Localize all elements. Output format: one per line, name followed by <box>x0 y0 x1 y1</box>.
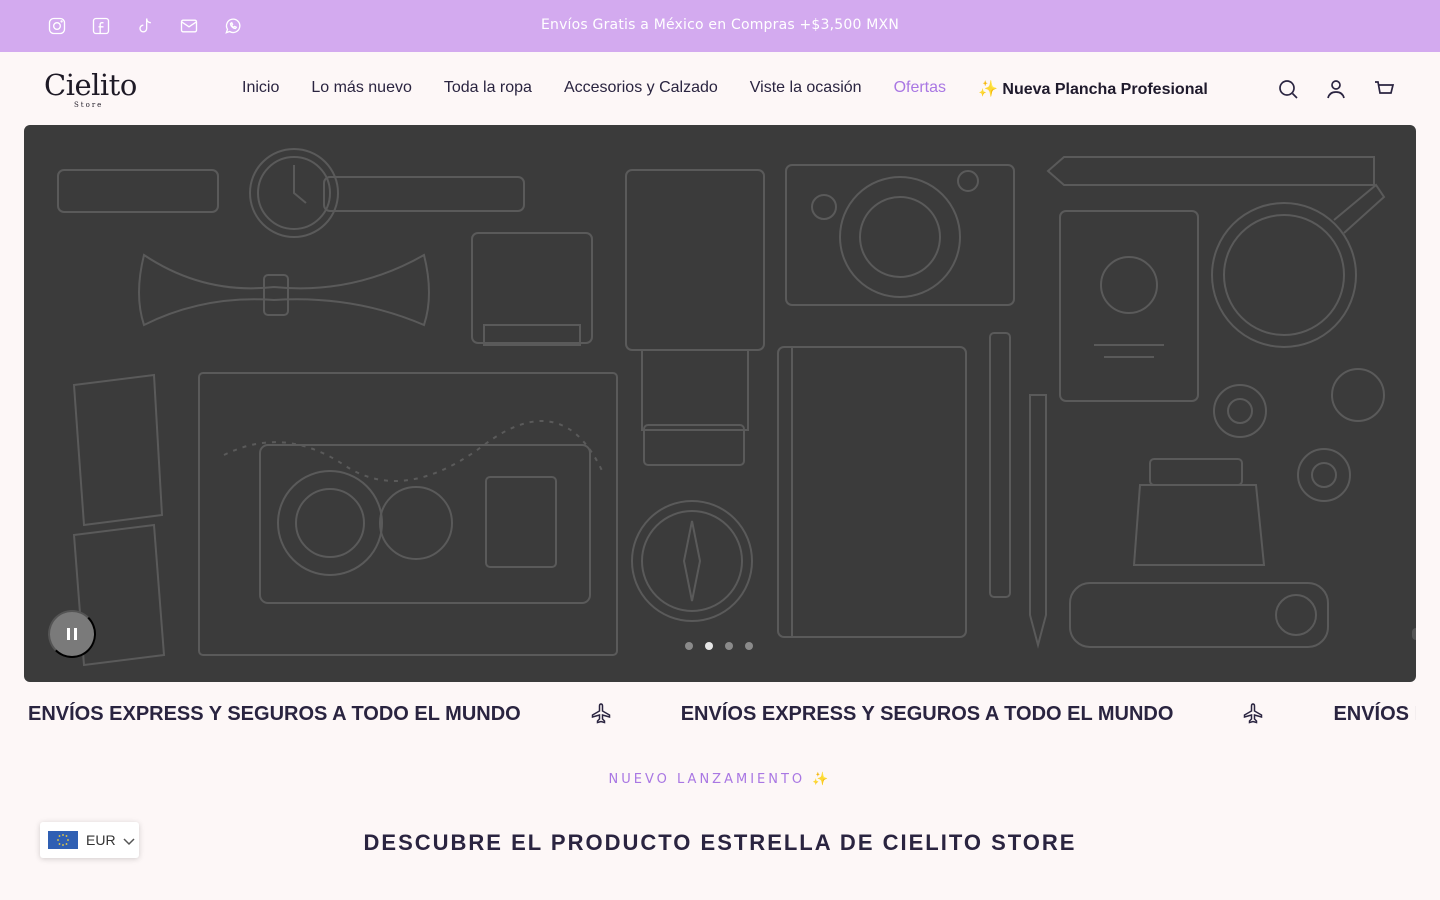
pause-icon-bar <box>67 628 70 640</box>
marquee-text: ENVÍOS EXPRESS Y SEGUROS A TODO EL MUNDO <box>1333 702 1416 725</box>
marquee-text: ENVÍOS EXPRESS Y SEGUROS A TODO EL MUNDO <box>680 702 1174 725</box>
search-icon[interactable] <box>1276 77 1300 101</box>
hero-illustration <box>57 148 1386 667</box>
chevron-down-icon <box>122 833 136 847</box>
nav-item-toda-la-ropa[interactable]: Toda la ropa <box>444 79 532 99</box>
airplane-icon <box>1241 702 1265 726</box>
site-header: Cielito Store Inicio Lo más nuevo Toda l… <box>0 52 1440 125</box>
slide-dot-1[interactable] <box>685 642 693 650</box>
cart-icon[interactable] <box>1372 77 1396 101</box>
hero-slideshow[interactable] <box>24 125 1416 682</box>
store-logo[interactable]: Cielito Store <box>44 68 140 109</box>
logo-text: Cielito <box>44 68 137 102</box>
shipping-marquee: ENVÍOS EXPRESS Y SEGUROS A TODO EL MUNDO… <box>24 682 1416 746</box>
slide-dot-3[interactable] <box>725 642 733 650</box>
main-nav: Inicio Lo más nuevo Toda la ropa Accesor… <box>242 79 1208 99</box>
slide-dot-2[interactable] <box>705 642 713 650</box>
nav-item-accesorios-calzado[interactable]: Accesorios y Calzado <box>564 79 718 99</box>
eu-flag-icon <box>48 831 78 849</box>
nav-item-nueva-plancha[interactable]: ✨ Nueva Plancha Profesional <box>978 79 1208 99</box>
announcement-bar: Envíos Gratis a México en Compras +$3,50… <box>0 0 1440 52</box>
next-slide-peek <box>1412 628 1416 640</box>
section-title: DESCUBRE EL PRODUCTO ESTRELLA DE CIELITO… <box>363 830 1077 855</box>
slideshow-pause-button[interactable] <box>48 610 96 658</box>
account-icon[interactable] <box>1324 77 1348 101</box>
slideshow-dots <box>685 642 753 650</box>
marquee-text: ENVÍOS EXPRESS Y SEGUROS A TODO EL MUNDO <box>28 702 521 725</box>
nav-item-lo-mas-nuevo[interactable]: Lo más nuevo <box>311 79 412 99</box>
currency-code: EUR <box>86 832 116 848</box>
slide-dot-4[interactable] <box>745 642 753 650</box>
nav-item-inicio[interactable]: Inicio <box>242 79 279 99</box>
header-actions <box>1276 77 1396 101</box>
pause-icon-bar <box>74 628 77 640</box>
marquee-track: ENVÍOS EXPRESS Y SEGUROS A TODO EL MUNDO… <box>28 702 1416 726</box>
logo-subtext: Store <box>74 101 104 109</box>
announcement-text: Envíos Gratis a México en Compras +$3,50… <box>540 17 900 33</box>
section-eyebrow: NUEVO LANZAMIENTO ✨ <box>608 772 832 787</box>
nav-item-ofertas[interactable]: Ofertas <box>894 79 946 99</box>
nav-item-viste-la-ocasion[interactable]: Viste la ocasión <box>750 79 862 99</box>
currency-selector[interactable]: EUR <box>40 822 139 858</box>
airplane-icon <box>589 702 613 726</box>
